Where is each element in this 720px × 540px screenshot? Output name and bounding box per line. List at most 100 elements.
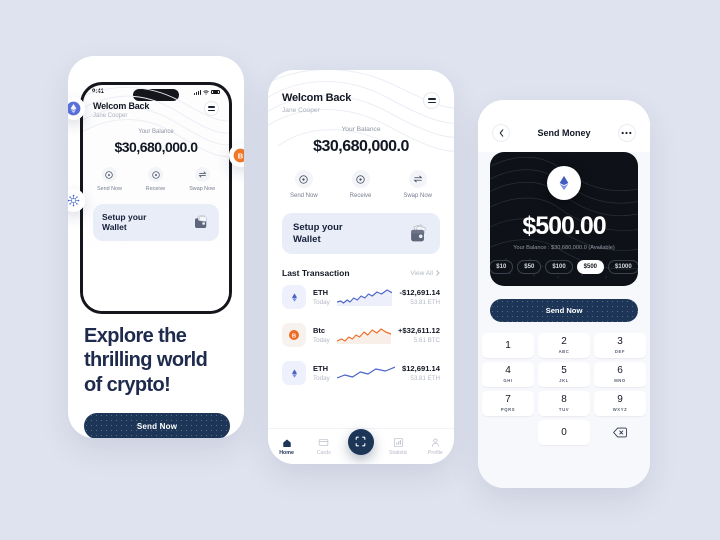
app-header: Welcom Back Jane Cooper: [93, 101, 219, 119]
tab-label: Statistic: [388, 450, 408, 456]
more-horizontal-icon: [622, 131, 632, 135]
svg-text:B: B: [292, 333, 296, 339]
setup-wallet-card[interactable]: Setup your Wallet: [93, 204, 219, 241]
key-4[interactable]: 4 GHI: [482, 362, 534, 387]
numeric-keypad: 1 2 ABC 3 DEF 4 GHI 5 JKL 6 MNO 7 PQRS 8…: [478, 333, 650, 445]
setup-line-1: Setup your: [293, 222, 343, 233]
tab-cards[interactable]: Cards: [309, 437, 339, 456]
phone-mockup-onboarding: 9:41 Welcom Back Jane Cooper Your Balanc…: [68, 56, 244, 438]
amount-chip-selected[interactable]: $500: [576, 260, 605, 274]
scan-icon: [356, 436, 366, 447]
key-8[interactable]: 8 TUV: [538, 391, 590, 416]
amount-chip[interactable]: $100: [545, 260, 573, 274]
key-number: 1: [505, 339, 511, 351]
tab-home[interactable]: Home: [272, 438, 302, 456]
hamburger-menu-button[interactable]: [204, 101, 219, 116]
receive-icon: [148, 167, 164, 182]
key-6[interactable]: 6 MNO: [594, 362, 646, 387]
send-now-button[interactable]: Send Now: [490, 299, 638, 322]
key-5[interactable]: 5 JKL: [538, 362, 590, 387]
ethereum-icon: [282, 285, 306, 310]
amount-display: $500.00: [522, 212, 606, 240]
key-9[interactable]: 9 WXYZ: [594, 391, 646, 416]
action-swap-now[interactable]: Swap Now: [403, 170, 432, 199]
key-7[interactable]: 7 PQRS: [482, 391, 534, 416]
bitcoin-badge: B: [229, 144, 244, 167]
setup-line-1: Setup your: [102, 212, 147, 222]
key-letters: GHI: [503, 377, 513, 383]
send-now-button[interactable]: Send Now: [84, 413, 230, 438]
transactions-header: Last Transaction View All: [282, 268, 440, 278]
hamburger-menu-button[interactable]: [423, 92, 440, 109]
balance-amount: $30,680,000.0: [114, 139, 198, 155]
back-button[interactable]: [492, 124, 510, 142]
key-0[interactable]: 0: [538, 420, 590, 445]
balance-note: Your Balance : $30,680,000.0 (Available): [513, 245, 615, 251]
tx-symbol: ETH: [313, 288, 328, 298]
receive-icon: [351, 170, 370, 188]
tab-profile[interactable]: Profile: [420, 437, 450, 456]
action-swap-now[interactable]: Swap Now: [189, 167, 215, 192]
svg-text:B: B: [238, 151, 244, 160]
more-options-button[interactable]: [617, 124, 636, 142]
view-all-link[interactable]: View All: [410, 270, 440, 277]
setup-line-2: Wallet: [102, 222, 127, 233]
key-number: 3: [617, 336, 623, 348]
card-icon: [319, 439, 329, 446]
key-2[interactable]: 2 ABC: [538, 333, 590, 358]
table-row[interactable]: ETH Today $12,691.14 53.81 ETH: [282, 354, 440, 392]
wallet-icon: [195, 215, 207, 229]
bitcoin-icon: B: [282, 323, 306, 348]
tab-scan[interactable]: [346, 428, 376, 455]
scan-button[interactable]: [347, 428, 374, 455]
tx-symbol: Btc: [313, 326, 326, 336]
hero-line-3: of crypto!: [84, 373, 171, 396]
bottom-navigation: Home Cards Statistic Profile: [268, 428, 454, 464]
setup-line-2: Wallet: [293, 233, 321, 245]
ethereum-icon: [68, 101, 81, 116]
delete-icon: [613, 427, 627, 438]
page-title: Send Money: [537, 128, 591, 138]
key-1[interactable]: 1: [482, 333, 534, 358]
action-send-now[interactable]: Send Now: [97, 167, 122, 192]
send-money-screen: Send Money $500.00 Your Balance: $30,68…: [478, 100, 650, 488]
setup-wallet-card[interactable]: Setup your Wallet: [282, 213, 440, 255]
tx-quantity: 53.81 ETH: [410, 375, 440, 383]
action-send-now[interactable]: Send Now: [290, 170, 318, 199]
key-number: 9: [617, 394, 623, 406]
home-screen: Welcom Back Jane Cooper Your Balance $30…: [268, 70, 454, 464]
key-3[interactable]: 3 DEF: [594, 333, 646, 358]
tab-label: Home: [279, 449, 294, 456]
key-letters: ABC: [558, 348, 570, 354]
action-label: Send Now: [97, 186, 122, 192]
key-letters: TUV: [558, 406, 570, 412]
quick-amount-chips: $10 $50 $100 $500 $1000: [490, 260, 638, 274]
person-icon: [431, 438, 439, 447]
key-number: 0: [561, 426, 567, 438]
amount-chip[interactable]: $1000: [608, 260, 638, 274]
user-name: Jane Cooper: [282, 107, 320, 114]
quick-actions: Send Now Receive Swap Now: [93, 167, 219, 192]
amount-chip[interactable]: $50: [517, 260, 542, 274]
key-letters: JKL: [559, 377, 569, 383]
action-receive[interactable]: Receive: [350, 170, 371, 199]
greeting-text: Welcom Back: [282, 92, 352, 104]
avatar: [547, 166, 581, 200]
tx-amount: $12,691.14: [401, 364, 440, 374]
device-screen: 9:41 Welcom Back Jane Cooper Your Balanc…: [83, 85, 229, 311]
phone-mockup-send-money: Send Money $500.00 Your Balance: $30,68…: [478, 100, 650, 488]
action-label: Swap Now: [403, 193, 432, 199]
action-receive[interactable]: Receive: [146, 167, 165, 192]
amount-chip[interactable]: $10: [490, 260, 514, 274]
view-all-label: View All: [410, 269, 433, 277]
send-icon: [294, 170, 313, 188]
table-row[interactable]: B Btc Today +$32,611.12 5.61 BTC: [282, 316, 440, 354]
table-row[interactable]: ETH Today -$12,691.14 53.81 ETH: [282, 278, 440, 316]
key-delete[interactable]: [594, 420, 646, 445]
network-icon: [68, 194, 80, 207]
tab-statistic[interactable]: Statistic: [383, 437, 413, 456]
home-content: Welcom Back Jane Cooper Your Balance $30…: [268, 70, 454, 392]
tx-when: Today: [313, 375, 330, 383]
key-letters: PQRS: [500, 406, 516, 412]
tx-amount: -$12,691.14: [399, 288, 440, 298]
